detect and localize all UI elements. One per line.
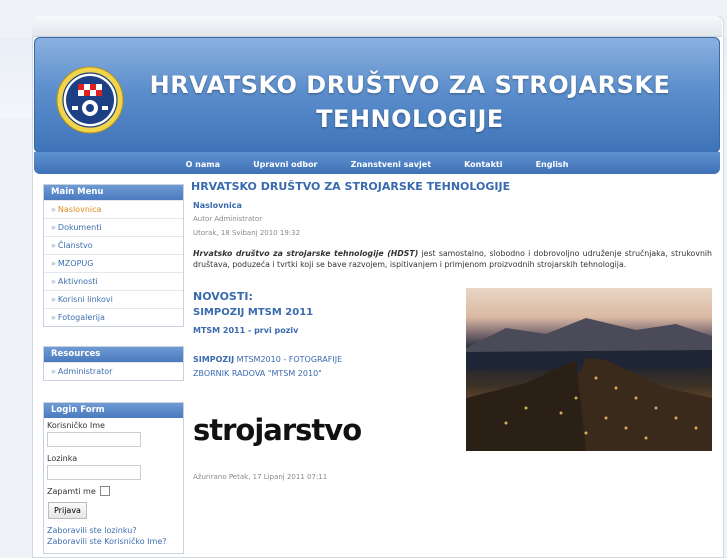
login-title: Login Form — [44, 403, 183, 418]
password-label: Lozinka — [47, 454, 78, 463]
remember-checkbox[interactable] — [99, 486, 110, 496]
strojarstvo-banner[interactable]: strojarstvo — [193, 410, 391, 450]
nav-kontakti[interactable]: Kontakti — [464, 154, 502, 176]
resources-title: Resources — [44, 347, 183, 362]
site-title: HRVATSKO DRUŠTVO ZA STROJARSKE TEHNOLOGI… — [149, 71, 671, 133]
article-section[interactable]: Naslovnica — [193, 201, 242, 210]
menu-item-fotogalerija[interactable]: » Fotogalerija — [44, 308, 183, 326]
main-menu-module: Main Menu » Naslovnica » Dokumenti » Članst… — [43, 184, 184, 327]
nav-upravni-odbor[interactable]: Upravni odbor — [253, 154, 317, 176]
menu-item-aktivnosti[interactable]: » Aktivnosti — [44, 272, 183, 290]
photos-link[interactable]: SIMPOZIJ MTSM2010 - FOTOGRAFIJE — [193, 355, 342, 364]
username-label: Korisničko Ime — [47, 421, 105, 430]
menu-item-clanstvo[interactable]: » Članstvo — [44, 236, 183, 254]
article-intro: Hrvatsko društvo za strojarske tehnologi… — [193, 248, 712, 270]
intro-italic: Hrvatsko društvo za strojarske tehnologi… — [193, 249, 419, 258]
forgot-password-link[interactable]: Zaboravili ste lozinku? — [44, 525, 183, 536]
menu-item-korisni-linkovi[interactable]: » Korisni linkovi — [44, 290, 183, 308]
nav-o-nama[interactable]: O nama — [186, 154, 220, 176]
nav-english[interactable]: English — [536, 154, 569, 176]
simpozij-heading[interactable]: SIMPOZIJ MTSM 2011 — [193, 307, 313, 318]
username-field[interactable] — [47, 432, 141, 447]
society-logo[interactable] — [56, 66, 124, 134]
menu-item-dokumenti[interactable]: » Dokumenti — [44, 218, 183, 236]
main-menu-title: Main Menu — [44, 185, 183, 200]
password-field[interactable] — [47, 465, 141, 480]
login-module: Login Form Korisničko Ime Lozinka Zapamt… — [43, 402, 184, 554]
article-author: Autor Administrator — [193, 215, 263, 223]
top-strip — [32, 16, 722, 37]
remember-label: Zapamti me — [47, 486, 96, 496]
proceedings-link[interactable]: ZBORNIK RADOVA "MTSM 2010" — [193, 369, 322, 378]
forgot-username-link[interactable]: Zaboravili ste Korisničko Ime? — [44, 536, 183, 547]
top-navigation: O nama Upravni odbor Znanstveni savjet K… — [34, 152, 720, 174]
menu-item-mzopug[interactable]: » MZOPUG — [44, 254, 183, 272]
city-photo — [466, 288, 712, 451]
login-button[interactable]: Prijava — [48, 502, 87, 519]
remember-me: Zapamti me — [44, 486, 183, 496]
article-date: Utorak, 18 Svibanj 2010 19:32 — [193, 229, 301, 237]
news-heading: NOVOSTI: — [193, 290, 253, 303]
article-updated: Ažurirano Petak, 17 Lipanj 2011 07:11 — [193, 473, 328, 481]
city-photo-image — [466, 318, 712, 451]
menu-item-naslovnica[interactable]: » Naslovnica — [44, 200, 183, 218]
banner-text: strojarstvo — [193, 413, 362, 447]
nav-znanstveni-savjet[interactable]: Znanstveni savjet — [351, 154, 431, 176]
menu-item-administrator[interactable]: » Administrator — [44, 362, 183, 380]
article-title[interactable]: HRVATSKO DRUŠTVO ZA STROJARSKE TEHNOLOGI… — [191, 180, 510, 193]
first-call-link[interactable]: MTSM 2011 - prvi poziv — [193, 326, 298, 335]
resources-module: Resources » Administrator — [43, 346, 184, 381]
